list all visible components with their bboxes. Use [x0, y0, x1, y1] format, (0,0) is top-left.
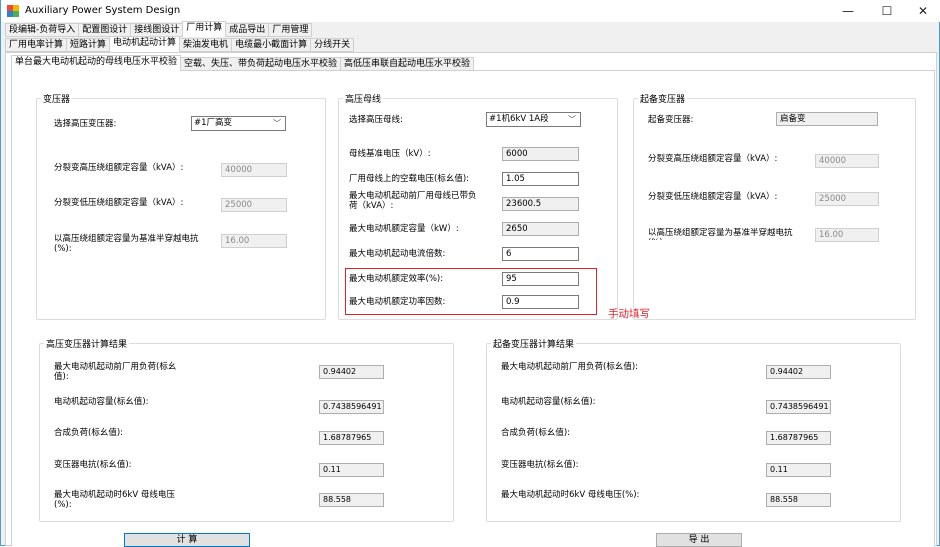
result-field[interactable]: 0.7438596491 [319, 400, 384, 414]
base-v-field[interactable]: 6000 [502, 147, 579, 161]
result-field[interactable]: 0.94402 [319, 365, 384, 379]
select-value: #1机6kV 1A段 [489, 114, 549, 124]
hv-cap-field[interactable]: 40000 [815, 154, 879, 168]
start-mult-label: 最大电动机起动电流倍数: [349, 249, 446, 259]
result-label: 变压器电抗(标幺值): [54, 460, 132, 470]
noload-v-field[interactable]: 1.05 [502, 172, 579, 186]
lv-cap-label: 分裂变低压绕组额定容量（kVA）: [54, 198, 184, 208]
check-tabs: 单台最大电动机起动的母线电压水平校验 空载、失压、带负荷起动电压水平校验 高低压串联… [11, 55, 475, 71]
reactance-field[interactable]: 16.00 [221, 234, 287, 248]
result-label: 最大电动机起动时6kV 母线电压(%): [501, 490, 640, 500]
reactance-label: 以高压绕组额定容量为基准半穿越电抗(%): [54, 234, 199, 254]
lv-cap-field[interactable]: 25000 [815, 192, 879, 206]
standby-name-field[interactable]: 启备变 [776, 112, 878, 126]
sub-tabs: 厂用电率计算 短路计算 电动机起动计算 柴油发电机 电缆最小截面计算 分线开关 [5, 36, 355, 52]
hv-cap-label: 分裂变高压绕组额定容量（kVA）: [54, 163, 184, 173]
tab-item[interactable]: 接线图设计 [130, 23, 184, 37]
tab-item[interactable]: 段编辑-负荷导入 [5, 23, 80, 37]
tab-item[interactable]: 厂用计算 [182, 21, 227, 37]
chevron-down-icon: ﹀ [273, 119, 281, 128]
tab-item[interactable]: 单台最大电动机起动的母线电压水平校验 [11, 55, 182, 71]
pf-field[interactable]: 0.9 [502, 295, 579, 309]
result-field[interactable]: 88.558 [766, 493, 831, 507]
tab-item[interactable]: 柴油发电机 [179, 38, 233, 52]
tab-item[interactable]: 分线开关 [310, 38, 355, 52]
menu-tabs: 段编辑-负荷导入 配置图设计 接线图设计 厂用计算 成品导出 厂用管理 [5, 21, 313, 37]
result-label: 最大电动机起动时6kV 母线电压(%): [54, 490, 175, 510]
hv-cap-field[interactable]: 40000 [221, 163, 287, 177]
start-mult-field[interactable]: 6 [502, 247, 579, 261]
select-bus-label: 选择高压母线: [349, 115, 403, 125]
result-label: 合成负荷(标幺值): [501, 428, 570, 438]
select-value: #1厂高变 [194, 118, 233, 128]
result-label: 电动机起动容量(标幺值): [501, 397, 596, 407]
reactance-field[interactable]: 16.00 [815, 228, 879, 242]
reactance-label: 以高压绕组额定容量为基准半穿越电抗(%): [648, 228, 793, 240]
maximize-button[interactable]: ☐ [869, 0, 905, 22]
load-field[interactable]: 23600.5 [502, 197, 579, 211]
standby-group: 起备变压器 [633, 92, 916, 320]
chevron-down-icon: ﹀ [568, 115, 576, 124]
result-label: 电动机起动容量(标幺值): [54, 397, 149, 407]
minimize-button[interactable]: — [830, 0, 866, 22]
motor-cap-label: 最大电动机额定容量（kW）: [349, 224, 459, 234]
eff-field[interactable]: 95 [502, 272, 579, 286]
result-field[interactable]: 1.68787965 [766, 431, 831, 445]
tab-item[interactable]: 成品导出 [225, 23, 270, 37]
title-bar: Auxiliary Power System Design — ☐ ✕ [1, 0, 940, 22]
hv-cap-label: 分裂变高压绕组额定容量（kVA）: [648, 154, 778, 164]
calculate-button[interactable]: 计 算 [124, 533, 250, 547]
group-title: 起备变压器计算结果 [491, 337, 577, 350]
group-title: 高压母线 [343, 92, 384, 105]
standby-name-label: 起备变压器: [648, 115, 694, 125]
result-label: 最大电动机起动前厂用负荷(标幺值): [501, 362, 638, 372]
close-button[interactable]: ✕ [905, 0, 940, 22]
result-field[interactable]: 0.7438596491 [766, 400, 831, 414]
noload-v-label: 厂用母线上的空载电压(标幺值): [349, 174, 469, 184]
app-window: Auxiliary Power System Design — ☐ ✕ 段编辑-… [0, 0, 940, 547]
result-label: 最大电动机起动前厂用负荷(标幺值): [54, 362, 177, 382]
app-icon [7, 5, 19, 17]
lv-cap-field[interactable]: 25000 [221, 198, 287, 212]
window-title: Auxiliary Power System Design [25, 5, 181, 16]
result-label: 合成负荷(标幺值): [54, 428, 123, 438]
tab-item[interactable]: 空载、失压、带负荷起动电压水平校验 [180, 57, 342, 71]
load-label: 最大电动机起动前厂用母线已带负荷（kVA）: [349, 191, 477, 211]
motor-cap-field[interactable]: 2650 [502, 222, 579, 236]
bus-select[interactable]: #1机6kV 1A段 ﹀ [486, 112, 581, 127]
tab-item[interactable]: 电缆最小截面计算 [231, 38, 312, 52]
result-field[interactable]: 1.68787965 [319, 431, 384, 445]
group-title: 变压器 [41, 92, 73, 105]
tab-item[interactable]: 电动机起动计算 [109, 36, 181, 52]
result-field[interactable]: 0.94402 [766, 365, 831, 379]
tab-item[interactable]: 厂用电率计算 [5, 38, 68, 52]
export-button[interactable]: 导 出 [656, 533, 742, 547]
group-title: 高压变压器计算结果 [44, 337, 130, 350]
group-title: 起备变压器 [638, 92, 688, 105]
tab-item[interactable]: 短路计算 [66, 38, 111, 52]
result-label: 变压器电抗(标幺值): [501, 460, 579, 470]
select-transformer-label: 选择高压变压器: [54, 119, 117, 129]
eff-label: 最大电动机额定效率(%): [349, 274, 444, 284]
pf-label: 最大电动机额定功率因数: [349, 297, 446, 307]
transformer-select[interactable]: #1厂高变 ﹀ [191, 116, 286, 131]
lv-cap-label: 分裂变低压绕组额定容量（kVA）: [648, 192, 778, 202]
result-field[interactable]: 0.11 [319, 463, 384, 477]
result-field[interactable]: 88.558 [319, 493, 384, 507]
result-field[interactable]: 0.11 [766, 463, 831, 477]
base-v-label: 母线基准电压（kV）: [349, 149, 431, 159]
tab-item[interactable]: 配置图设计 [78, 23, 132, 37]
tab-item[interactable]: 厂用管理 [268, 23, 313, 37]
tab-item[interactable]: 高低压串联自起动电压水平校验 [340, 57, 475, 71]
